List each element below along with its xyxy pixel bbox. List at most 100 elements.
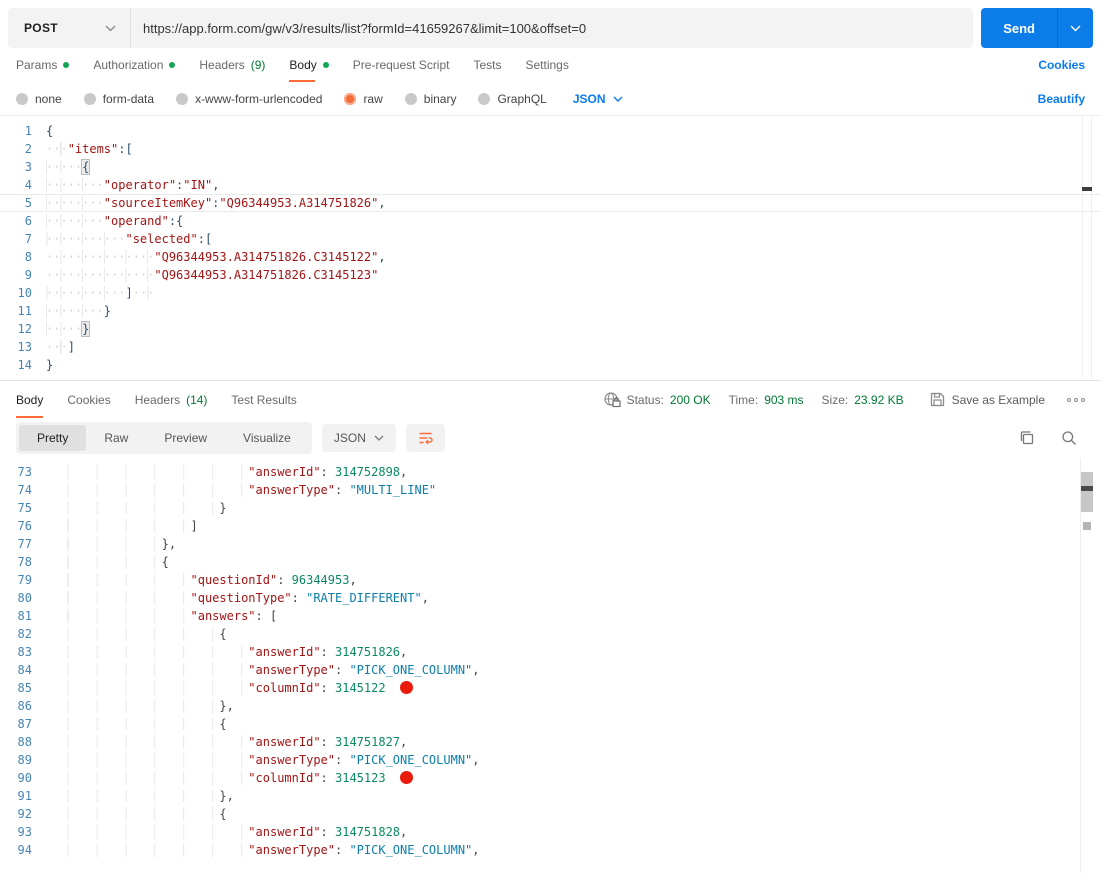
line-text: ·····} bbox=[46, 320, 90, 338]
request-body-editor[interactable]: 1{2 ···"items":[3 ·····{4 ········"operator… bbox=[0, 116, 1101, 378]
line-text: }, bbox=[46, 697, 234, 715]
cookies-link[interactable]: Cookies bbox=[1038, 58, 1085, 72]
token-str: "Q96344953.A314751826" bbox=[219, 196, 379, 210]
token-pun: } bbox=[82, 322, 90, 336]
tab-headers[interactable]: Headers (9) bbox=[199, 48, 265, 82]
code-line: 1{ bbox=[0, 122, 1101, 140]
radio-icon bbox=[83, 92, 96, 105]
line-number: 1 bbox=[24, 124, 32, 138]
token-pun: { bbox=[219, 717, 227, 731]
response-tab-cookies[interactable]: Cookies bbox=[67, 381, 110, 418]
response-tab-headers[interactable]: Headers (14) bbox=[135, 381, 208, 418]
token-pun: , bbox=[400, 645, 408, 659]
code-line: 85 "columnId": 3145122 bbox=[0, 679, 1101, 697]
url-input[interactable] bbox=[131, 8, 974, 48]
response-body-viewer[interactable]: 73 "answerId": 314752898, 74 "answerType"… bbox=[0, 458, 1101, 873]
method-selector[interactable]: POST bbox=[8, 8, 130, 48]
body-mode-row: none form-data x-www-form-urlencoded raw bin… bbox=[0, 82, 1101, 116]
modified-dot-icon bbox=[63, 62, 70, 68]
line-text: ········"operand":{ bbox=[46, 212, 183, 230]
token-str: "PICK_ONE_COLUMN" bbox=[349, 663, 473, 677]
view-raw[interactable]: Raw bbox=[86, 425, 146, 451]
response-scrollbar[interactable] bbox=[1080, 458, 1093, 873]
copy-icon bbox=[1020, 431, 1034, 445]
scrollbar-thumb[interactable] bbox=[1081, 472, 1093, 512]
body-mode-raw[interactable]: raw bbox=[344, 92, 383, 106]
request-editor-scrollbar[interactable] bbox=[1082, 116, 1092, 378]
line-text: "answerType": "MULTI_LINE" bbox=[46, 481, 436, 499]
line-text: "answerType": "PICK_ONE_COLUMN", bbox=[46, 841, 480, 859]
request-language-label: JSON bbox=[572, 91, 606, 106]
indent-whitespace: ····· bbox=[46, 160, 83, 174]
search-response-button[interactable] bbox=[1061, 430, 1077, 446]
line-text: ···] bbox=[46, 338, 75, 356]
body-mode-binary[interactable]: binary bbox=[404, 92, 456, 106]
more-options-button[interactable] bbox=[1067, 397, 1085, 402]
view-preview[interactable]: Preview bbox=[146, 425, 225, 451]
wrap-lines-button[interactable] bbox=[405, 424, 445, 452]
indent-whitespace: ··········· bbox=[46, 286, 126, 300]
send-options-caret[interactable] bbox=[1057, 8, 1093, 48]
line-text: }, bbox=[46, 787, 234, 805]
token-pun: { bbox=[46, 124, 54, 138]
code-line: 8 ···············"Q96344953.A314751826.C3… bbox=[0, 248, 1101, 266]
body-mode-x-www-form-urlencoded[interactable]: x-www-form-urlencoded bbox=[176, 92, 322, 106]
token-pun: : bbox=[277, 573, 292, 587]
line-number: 89 bbox=[17, 753, 32, 767]
send-button[interactable]: Send bbox=[981, 8, 1093, 48]
radio-icon bbox=[344, 92, 357, 105]
code-line: 3 ·····{ bbox=[0, 158, 1101, 176]
beautify-link[interactable]: Beautify bbox=[1038, 92, 1085, 106]
method-label: POST bbox=[24, 21, 58, 35]
radio-icon bbox=[16, 92, 28, 105]
line-number: 83 bbox=[17, 645, 32, 659]
response-tab-body[interactable]: Body bbox=[16, 381, 44, 418]
token-str: "IN" bbox=[183, 178, 213, 192]
token-pun: } bbox=[103, 304, 112, 318]
tab-pre-request-script[interactable]: Pre-request Script bbox=[353, 48, 450, 82]
line-number: 77 bbox=[17, 537, 32, 551]
token-pun: : bbox=[335, 483, 350, 497]
copy-response-button[interactable] bbox=[1019, 430, 1035, 446]
network-info-icon[interactable] bbox=[603, 391, 621, 408]
code-line: 74 "answerType": "MULTI_LINE" bbox=[0, 481, 1101, 499]
tab-count-badge: (14) bbox=[186, 392, 208, 407]
line-number: 88 bbox=[17, 735, 32, 749]
token-pun: : [ bbox=[255, 609, 278, 623]
view-pretty[interactable]: Pretty bbox=[19, 425, 87, 451]
tab-body[interactable]: Body bbox=[289, 48, 329, 82]
save-as-example-button[interactable]: Save as Example bbox=[930, 392, 1045, 407]
indent-whitespace: ··········· bbox=[46, 232, 126, 246]
code-line: 13 ···] bbox=[0, 338, 1101, 356]
token-key: "answerType" bbox=[248, 483, 335, 497]
request-tabs: Params Authorization Headers (9) Body Pre-req… bbox=[0, 48, 1101, 82]
line-number: 8 bbox=[24, 250, 32, 264]
tab-params[interactable]: Params bbox=[16, 48, 70, 82]
indent-whitespace: ··· bbox=[46, 340, 68, 354]
view-visualize[interactable]: Visualize bbox=[225, 425, 309, 451]
response-tab-test-results[interactable]: Test Results bbox=[231, 381, 296, 418]
chevron-down-icon bbox=[613, 96, 623, 102]
code-line: 94 "answerType": "PICK_ONE_COLUMN", bbox=[0, 841, 1101, 859]
tab-label: Test Results bbox=[231, 392, 297, 407]
line-number: 10 bbox=[17, 286, 32, 300]
body-mode-graphql[interactable]: GraphQL bbox=[478, 92, 547, 106]
body-mode-label: form-data bbox=[102, 91, 155, 106]
line-text: }, bbox=[46, 535, 176, 553]
line-number: 2 bbox=[24, 142, 32, 156]
code-line: 90 "columnId": 3145123 bbox=[0, 769, 1101, 787]
request-language-select[interactable]: JSON bbox=[573, 92, 623, 106]
indent-whitespace bbox=[46, 789, 220, 803]
body-mode-none[interactable]: none bbox=[16, 92, 62, 106]
line-number: 6 bbox=[24, 214, 32, 228]
indent-whitespace bbox=[46, 501, 220, 515]
code-line: 83 "answerId": 314751826, bbox=[0, 643, 1101, 661]
tab-authorization[interactable]: Authorization bbox=[93, 48, 176, 82]
token-pun: }, bbox=[219, 699, 234, 713]
response-language-select[interactable]: JSON bbox=[321, 424, 396, 452]
body-mode-form-data[interactable]: form-data bbox=[83, 91, 155, 106]
code-line: 89 "answerType": "PICK_ONE_COLUMN", bbox=[0, 751, 1101, 769]
code-line: 7 ···········"selected":[ bbox=[0, 230, 1101, 248]
tab-settings[interactable]: Settings bbox=[526, 48, 569, 82]
tab-tests[interactable]: Tests bbox=[473, 48, 501, 82]
